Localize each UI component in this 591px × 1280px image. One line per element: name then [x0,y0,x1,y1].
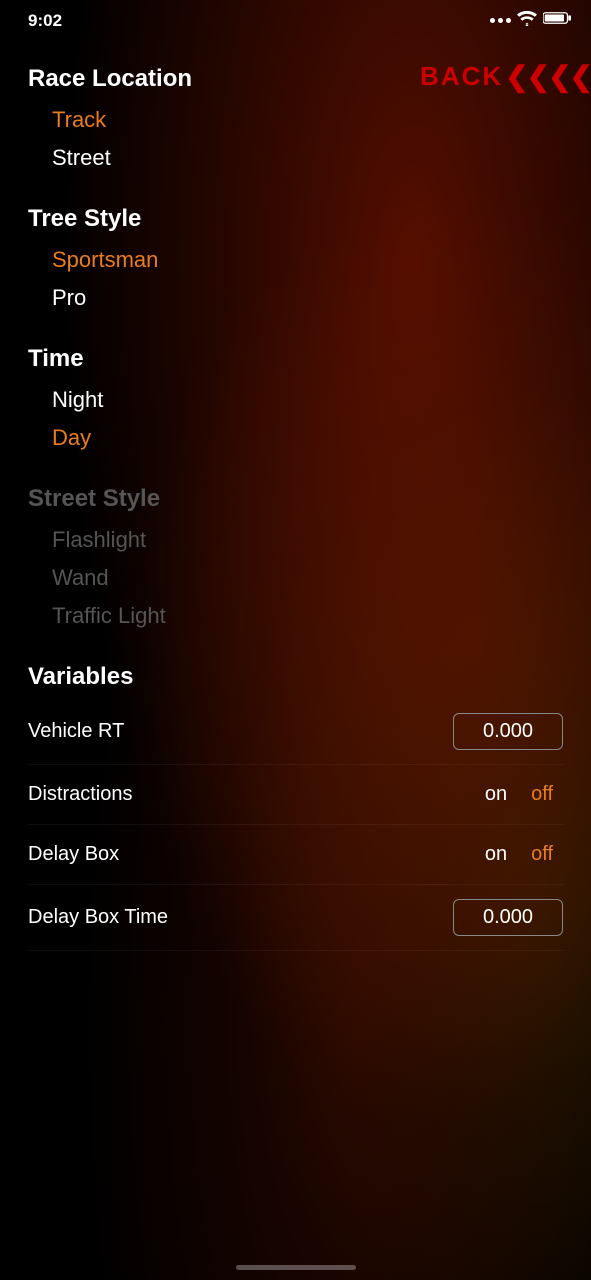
street-style-wand: Wand [28,559,563,597]
time-night[interactable]: Night [28,381,563,419]
delay-box-row: Delay Box on off [28,825,563,885]
time-heading: Time [28,345,563,373]
street-style-heading: Street Style [28,485,563,513]
tree-style-heading: Tree Style [28,205,563,233]
delay-box-time-label: Delay Box Time [28,906,168,929]
street-style-section: Street Style Flashlight Wand Traffic Lig… [28,485,563,635]
delay-box-label: Delay Box [28,843,119,866]
home-indicator [236,1265,356,1270]
back-label: BACK [420,61,503,92]
street-style-traffic-light: Traffic Light [28,597,563,635]
distractions-label: Distractions [28,783,132,806]
distractions-toggle: on off [475,779,563,810]
wifi-icon [517,10,537,31]
variables-heading: Variables [28,663,563,691]
vehicle-rt-label: Vehicle RT [28,720,124,743]
status-icons [490,10,571,31]
delay-box-time-row: Delay Box Time [28,885,563,951]
status-bar: 9:02 [0,0,591,37]
back-arrows-icon: ❮❮❮❮ [505,60,591,93]
tree-style-pro[interactable]: Pro [28,279,563,317]
vehicle-rt-input[interactable] [453,713,563,750]
signal-dots-icon [490,18,511,23]
delay-box-time-input[interactable] [453,899,563,936]
delay-box-toggle: on off [475,839,563,870]
distractions-row: Distractions on off [28,765,563,825]
vehicle-rt-row: Vehicle RT [28,699,563,765]
back-button[interactable]: BACK ❮❮❮❮ [420,60,591,93]
tree-style-sportsman[interactable]: Sportsman [28,241,563,279]
delay-box-off-option[interactable]: off [521,839,563,870]
main-content: Race Location Track Street Tree Style Sp… [0,65,591,951]
status-time: 9:02 [28,11,62,31]
race-location-track[interactable]: Track [28,101,563,139]
distractions-on-option[interactable]: on [475,779,517,810]
distractions-off-option[interactable]: off [521,779,563,810]
battery-icon [543,10,571,31]
time-section: Time Night Day [28,345,563,457]
variables-section: Variables Vehicle RT Distractions on off… [28,663,563,951]
tree-style-section: Tree Style Sportsman Pro [28,205,563,317]
street-style-flashlight: Flashlight [28,521,563,559]
race-location-street[interactable]: Street [28,139,563,177]
time-day[interactable]: Day [28,419,563,457]
delay-box-on-option[interactable]: on [475,839,517,870]
